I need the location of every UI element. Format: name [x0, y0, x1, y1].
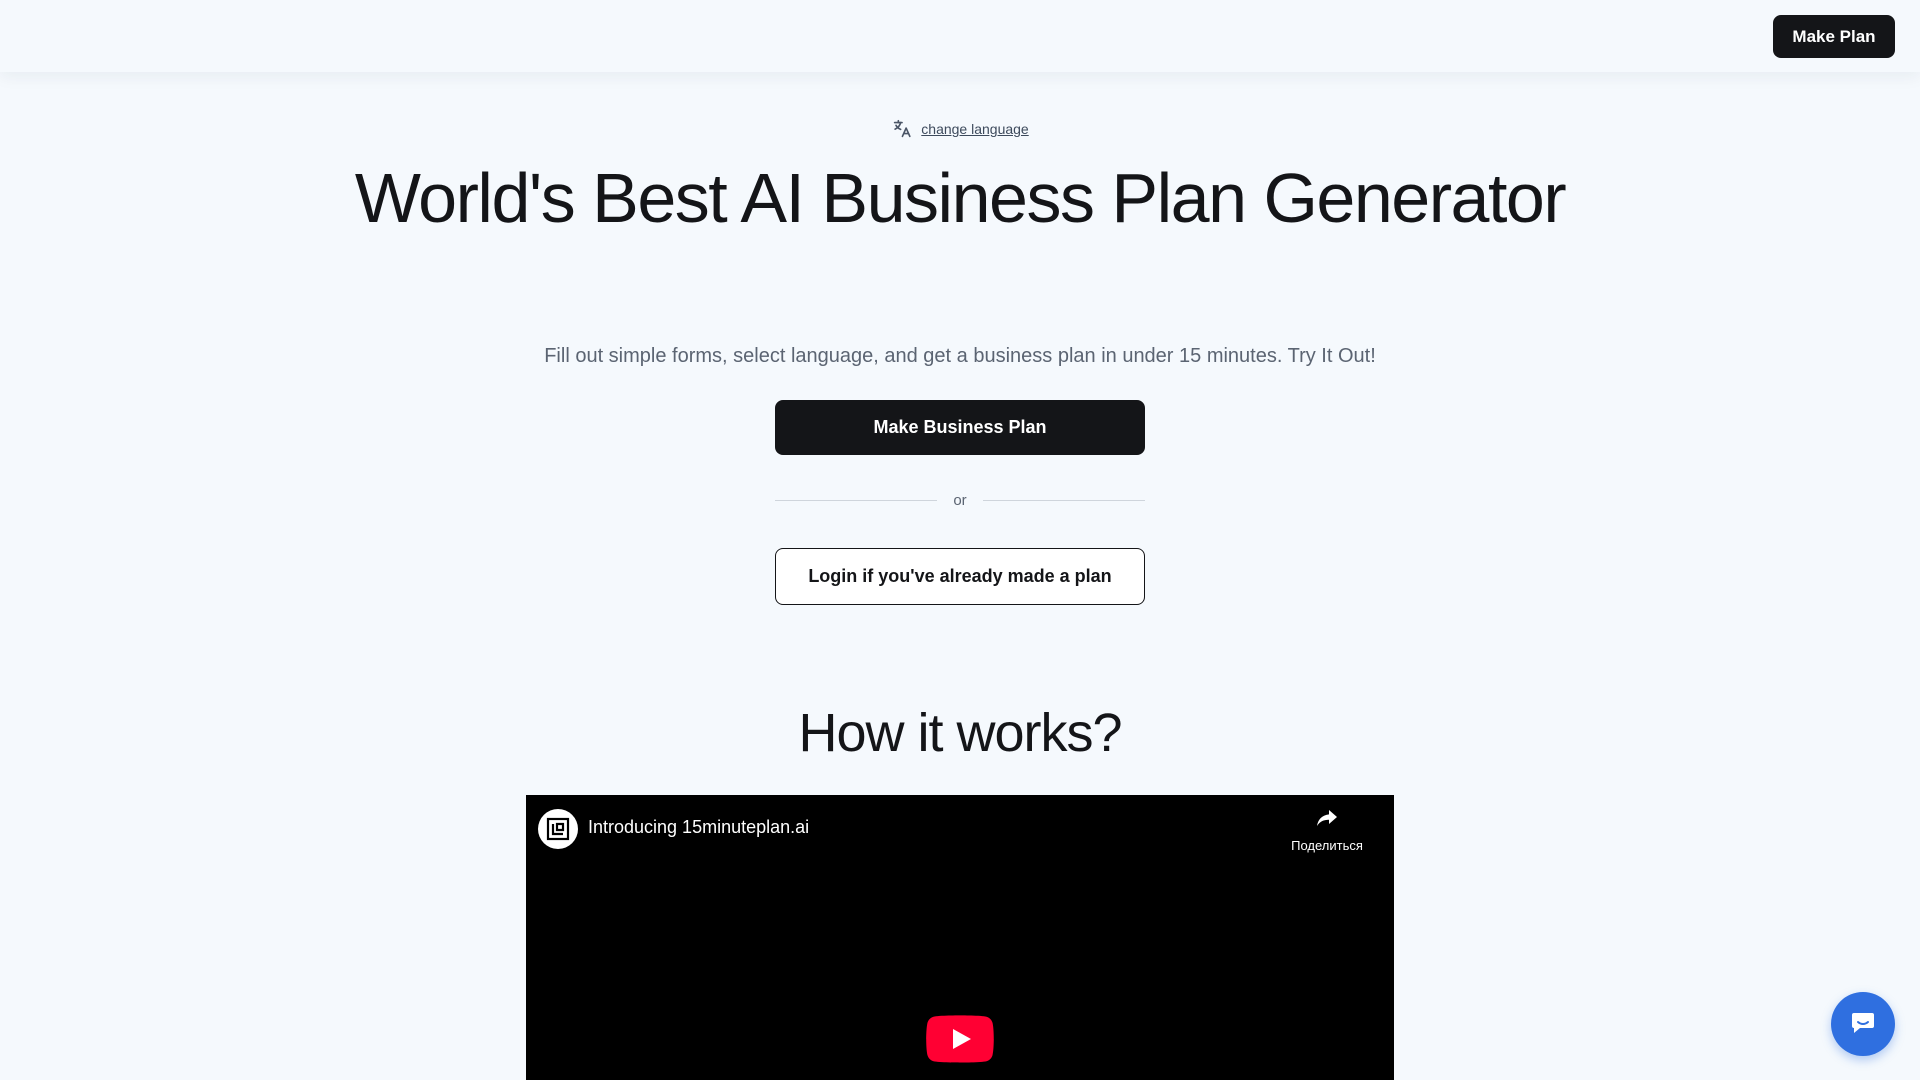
youtube-play-icon[interactable] — [926, 1015, 994, 1063]
divider-line-right — [982, 499, 1145, 501]
hero-title: World's Best AI Business Plan Generator — [354, 159, 1567, 237]
video-title[interactable]: Introducing 15minuteplan.ai — [588, 817, 809, 838]
channel-logo-icon[interactable] — [538, 809, 578, 849]
share-button[interactable]: Поделиться — [1282, 807, 1372, 853]
translate-icon[interactable] — [891, 118, 913, 140]
make-plan-button[interactable]: Make Plan — [1773, 15, 1895, 58]
share-label: Поделиться — [1291, 838, 1363, 853]
language-switcher: change language — [0, 118, 1920, 140]
change-language-link[interactable]: change language — [921, 121, 1028, 137]
divider-text: or — [953, 491, 967, 509]
top-header: Make Plan — [0, 0, 1920, 72]
how-it-works-title: How it works? — [798, 703, 1122, 763]
login-button[interactable]: Login if you've already made a plan — [775, 548, 1145, 605]
video-player[interactable]: Introducing 15minuteplan.ai Поделиться — [526, 795, 1394, 1080]
chat-bubble-icon — [1849, 1008, 1877, 1041]
hero-subtitle: Fill out simple forms, select language, … — [544, 345, 1376, 367]
or-divider: or — [775, 488, 1145, 512]
share-arrow-icon — [1315, 807, 1339, 834]
chat-widget-button[interactable] — [1831, 992, 1895, 1056]
divider-line-left — [775, 499, 938, 501]
make-business-plan-button[interactable]: Make Business Plan — [775, 400, 1145, 455]
